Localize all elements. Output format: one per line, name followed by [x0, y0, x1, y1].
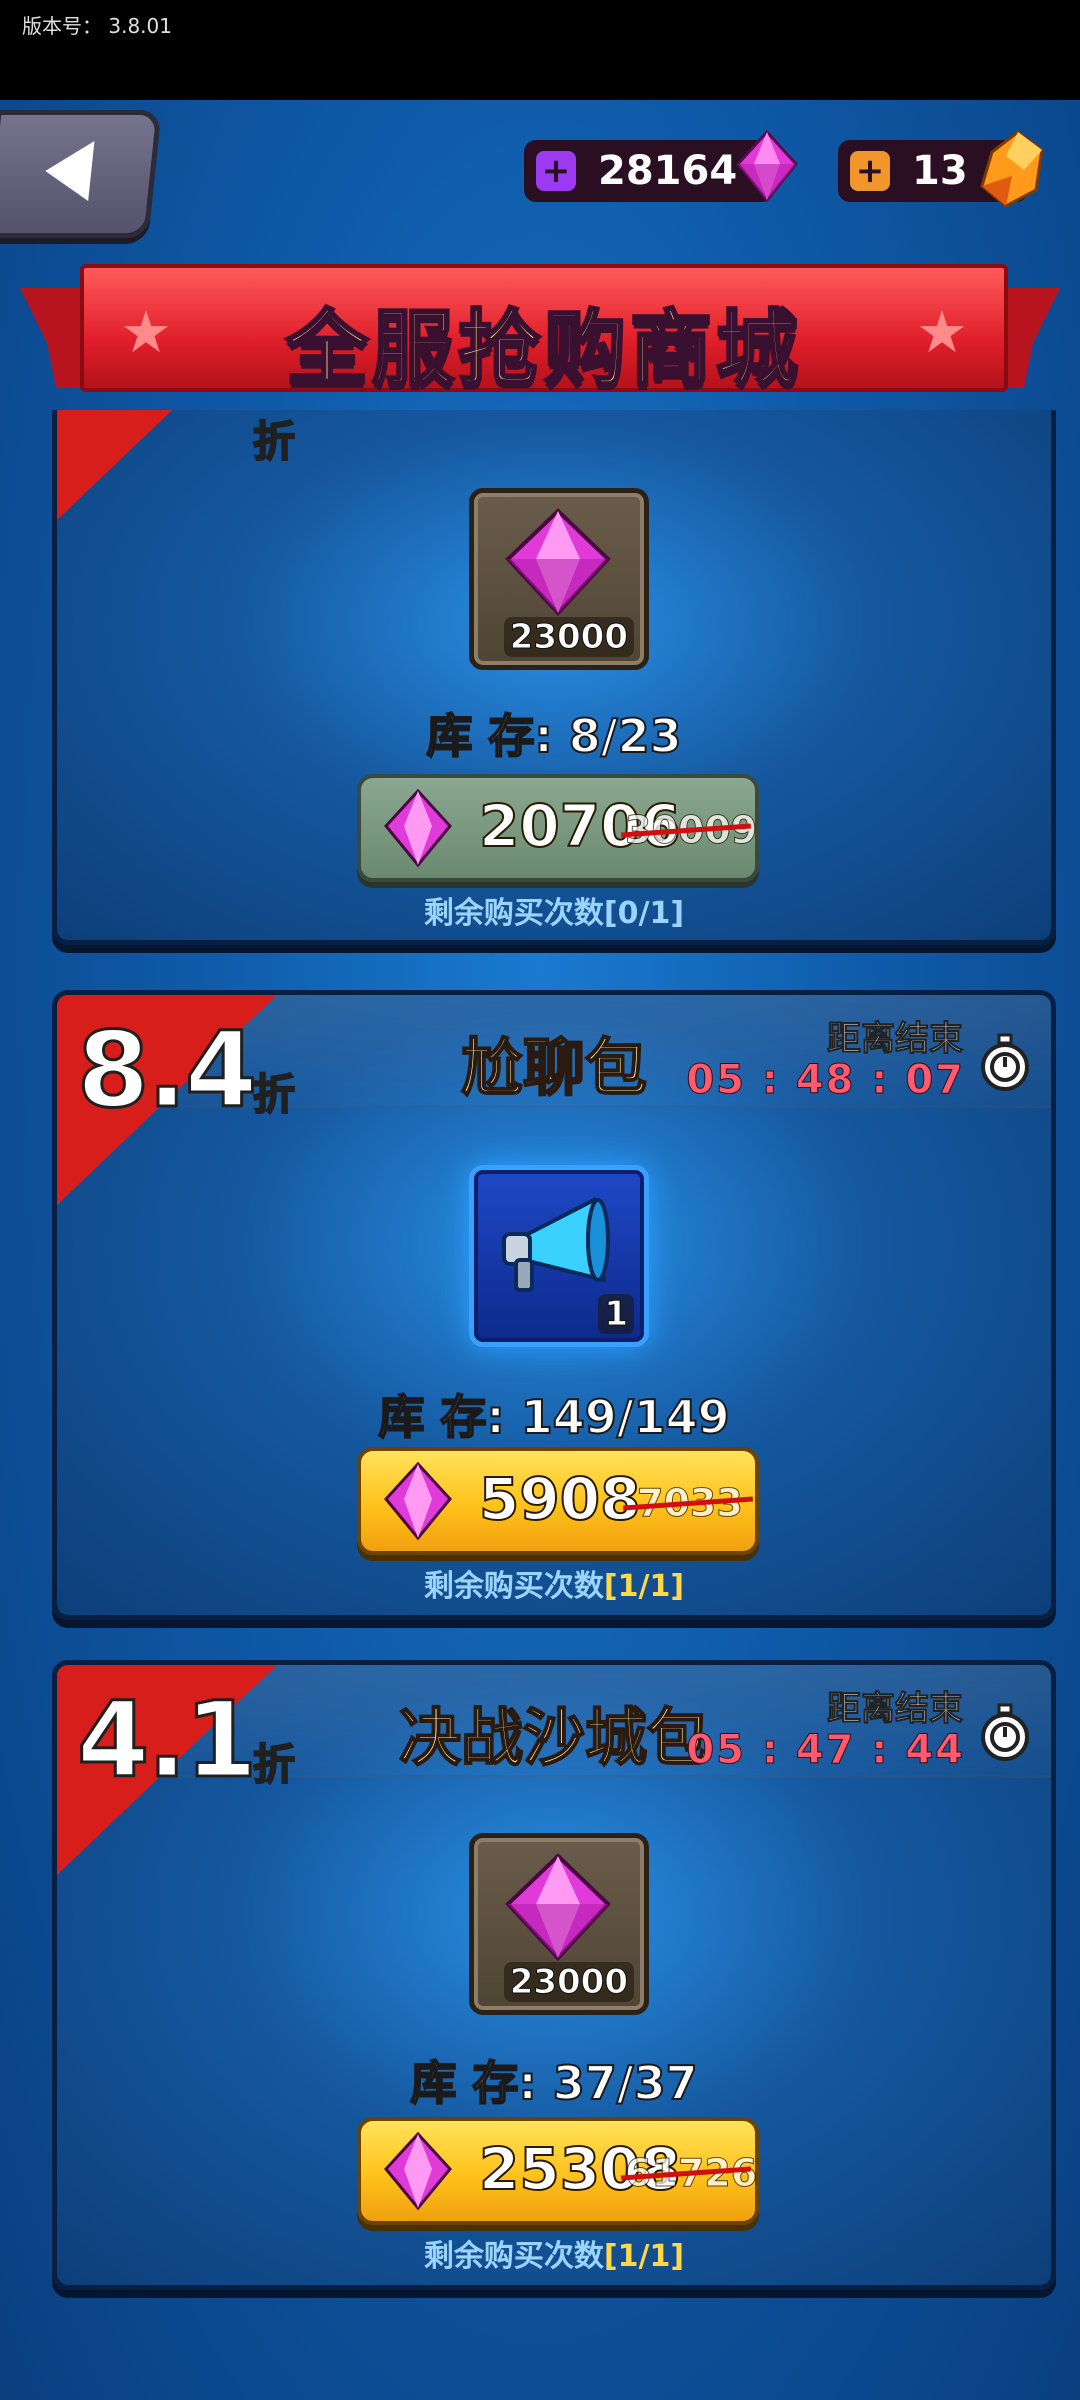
- pink-diamond-icon: [505, 508, 611, 616]
- stopwatch-icon: [981, 1703, 1029, 1761]
- sale-price: 5908: [478, 1464, 641, 1534]
- item-count: 1: [598, 1294, 634, 1335]
- offer-card-2: 8.4 折 尬聊包 距离结束 05 : 48 : 07 1 库 存: 149/1…: [52, 990, 1056, 1620]
- remaining-purchases: 剩余购买次数[0/1]: [57, 888, 1051, 932]
- item-slot[interactable]: 23000: [469, 488, 649, 670]
- orange-plus-icon[interactable]: +: [850, 151, 890, 191]
- stock-text: 库 存: 149/149: [57, 1381, 1051, 1447]
- buy-button[interactable]: 20706 30009: [357, 774, 759, 882]
- megaphone-icon: [502, 1196, 610, 1292]
- page-title: 全服抢购商城: [284, 301, 802, 399]
- remaining-count: [1/1]: [603, 1569, 685, 1604]
- remaining-label: 剩余购买次数: [423, 896, 604, 931]
- diamond-balance-value: 28164: [598, 148, 738, 194]
- back-button[interactable]: [0, 110, 162, 238]
- offer-card-3: 4.1 折 决战沙城包 距离结束 05 : 47 : 44 23000 库 存:…: [52, 1660, 1056, 2290]
- remaining-label: 剩余购买次数: [423, 1569, 604, 1604]
- pink-diamond-icon: [384, 788, 452, 868]
- stock-label: 库 存:: [425, 708, 553, 764]
- crystal-balance-value: 13: [912, 148, 968, 194]
- remaining-purchases: 剩余购买次数[1/1]: [57, 1561, 1051, 1605]
- item-slot[interactable]: 1: [469, 1165, 649, 1347]
- purple-plus-icon[interactable]: +: [536, 151, 576, 191]
- pink-diamond-icon: [384, 1461, 452, 1541]
- stock-label: 库 存:: [409, 2055, 537, 2111]
- status-bar: 版本号： 3.8.01: [0, 0, 1080, 100]
- stock-value: 149/149: [520, 1389, 731, 1445]
- orange-crystal-icon: [980, 130, 1044, 208]
- offer-card-1: 折 23000 库 存: 8/23 20706 30009 剩余购买次数[0/1…: [52, 410, 1056, 945]
- pink-diamond-icon: [736, 130, 798, 202]
- banner-ribbon: ★ ★ 全服抢购商城: [80, 264, 1008, 399]
- remaining-purchases: 剩余购买次数[1/1]: [57, 2231, 1051, 2275]
- item-count: 23000: [503, 617, 634, 658]
- pink-diamond-icon: [384, 2131, 452, 2211]
- countdown-timer: 05 : 48 : 07: [686, 1057, 965, 1104]
- stock-value: 37/37: [552, 2055, 699, 2111]
- stock-text: 库 存: 8/23: [57, 700, 1051, 766]
- shop-banner: ★ ★ 全服抢购商城: [20, 258, 1060, 408]
- buy-button[interactable]: 5908 7033: [357, 1447, 759, 1555]
- stock-value: 8/23: [568, 708, 683, 764]
- countdown-timer: 05 : 47 : 44: [686, 1727, 965, 1774]
- pink-diamond-icon: [505, 1853, 611, 1961]
- stock-text: 库 存: 37/37: [57, 2047, 1051, 2113]
- buy-button[interactable]: 25308 61726: [357, 2117, 759, 2225]
- remaining-label: 剩余购买次数: [423, 2239, 604, 2274]
- discount-ribbon: [57, 410, 277, 520]
- timer-label: 距离结束: [827, 1689, 964, 1730]
- discount-unit: 折: [252, 416, 296, 467]
- version-label: 版本号： 3.8.01: [22, 14, 172, 38]
- item-slot[interactable]: 23000: [469, 1833, 649, 2015]
- remaining-count: [1/1]: [603, 2239, 685, 2274]
- remaining-count: [0/1]: [603, 896, 685, 931]
- timer-label: 距离结束: [827, 1019, 964, 1060]
- item-count: 23000: [503, 1962, 634, 2003]
- back-arrow-icon: [42, 141, 95, 201]
- stopwatch-icon: [981, 1033, 1029, 1091]
- stock-label: 库 存:: [377, 1389, 505, 1445]
